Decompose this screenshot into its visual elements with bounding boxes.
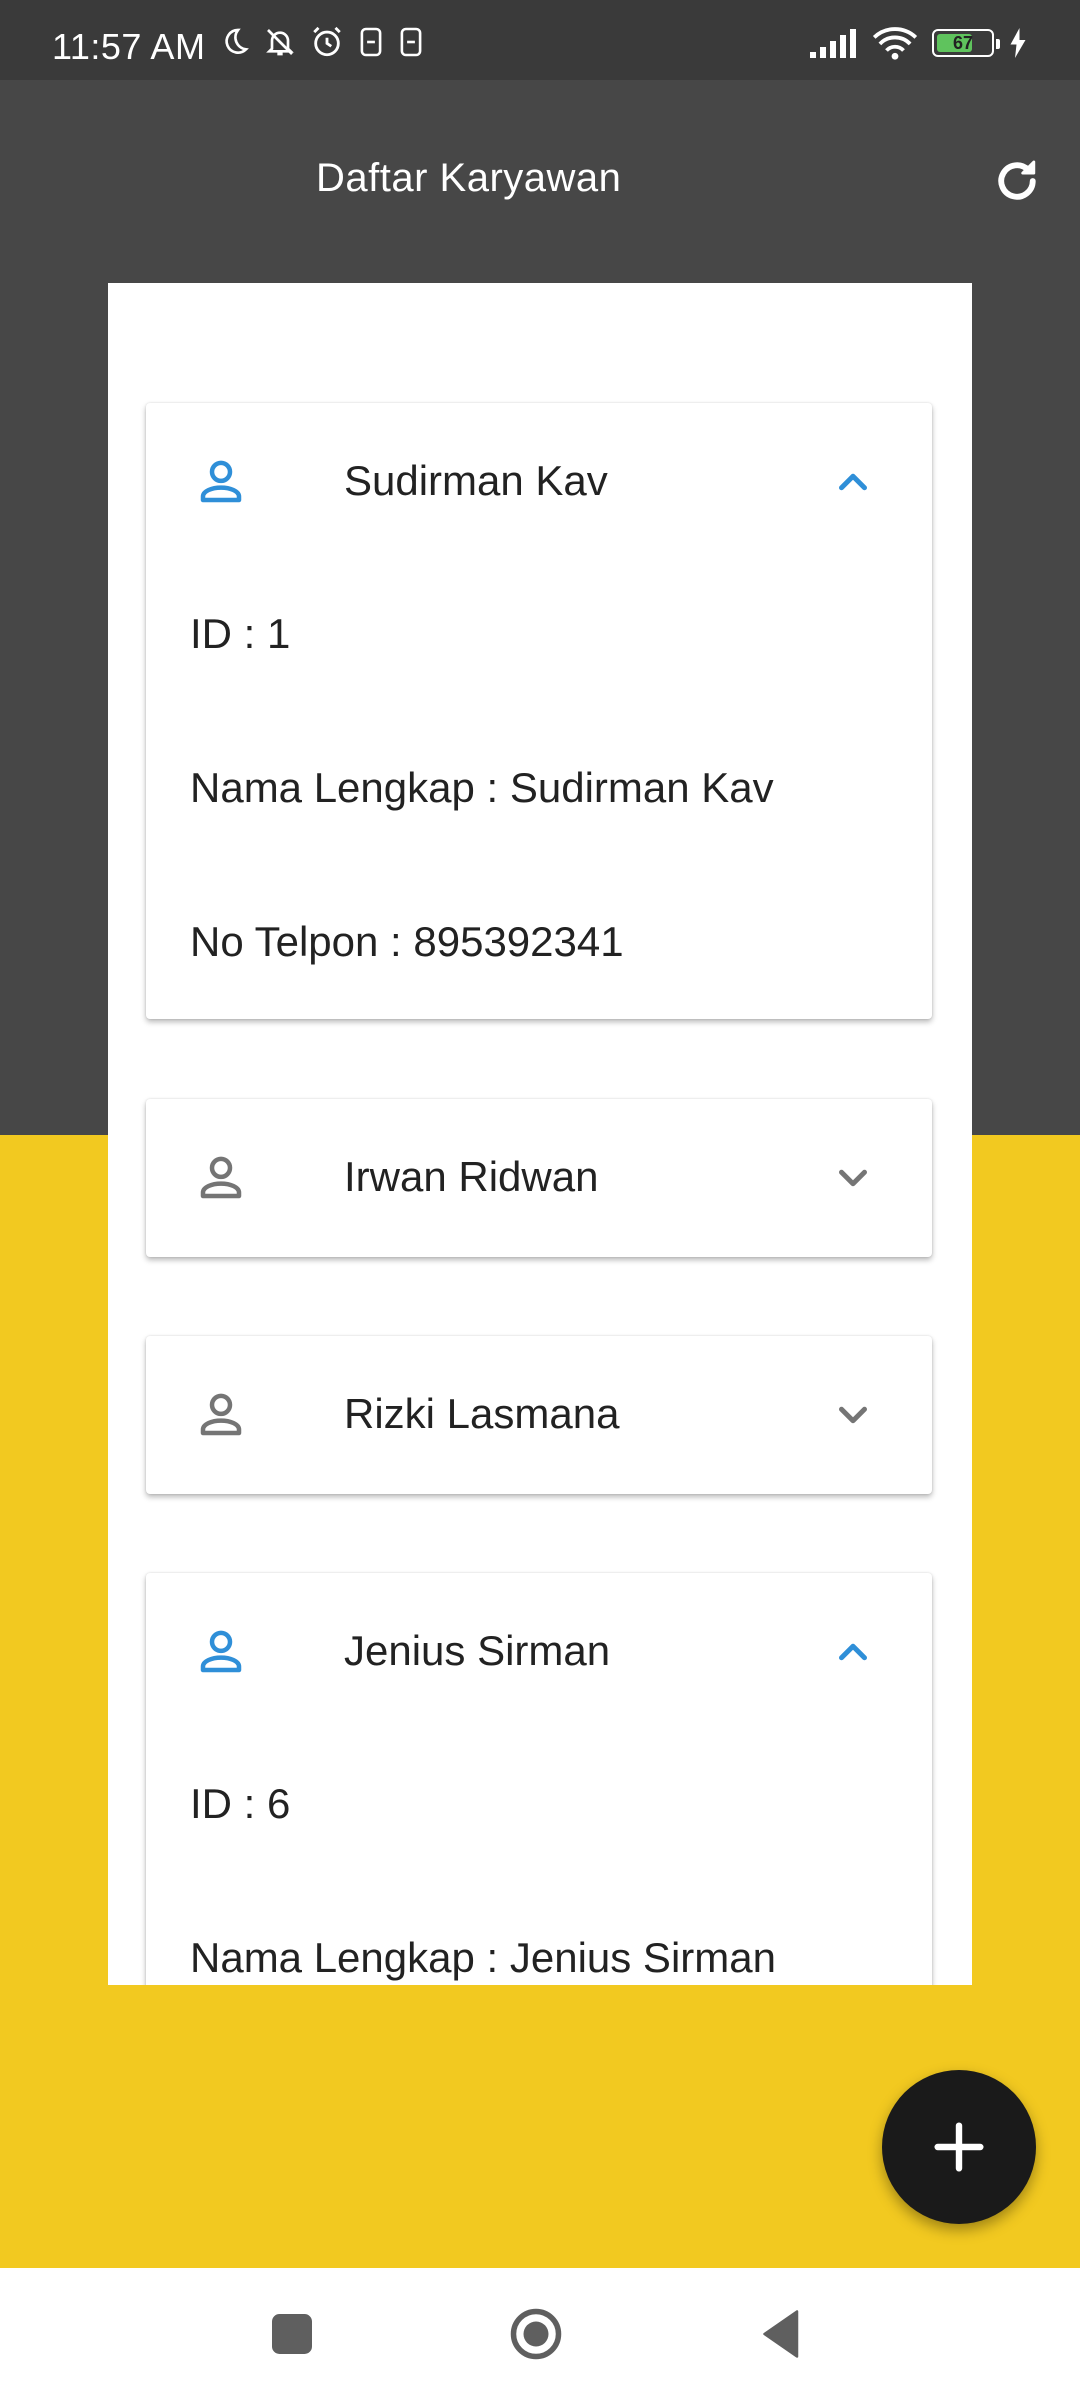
employee-card[interactable]: Irwan Ridwan <box>146 1099 932 1257</box>
status-bar: 11:57 AM 67 <box>0 0 1080 80</box>
employee-full-name: Nama Lengkap : Sudirman Kav <box>190 764 774 811</box>
employee-name: Sudirman Kav <box>344 457 608 504</box>
employee-list-panel[interactable]: Sudirman Kav ID : 1 Nama Lengkap : Sudir… <box>108 283 972 1985</box>
employee-id: ID : 6 <box>190 1780 291 1827</box>
bell-off-icon <box>266 29 294 56</box>
employee-card-header[interactable]: Rizki Lasmana <box>146 1336 932 1494</box>
employee-name: Rizki Lasmana <box>344 1390 620 1437</box>
employee-name: Irwan Ridwan <box>344 1153 599 1200</box>
chevron-down-icon[interactable] <box>830 1155 876 1201</box>
employee-card: Sudirman Kav ID : 1 Nama Lengkap : Sudir… <box>146 403 932 1019</box>
signal-icon <box>810 29 856 58</box>
employee-card-header[interactable]: Irwan Ridwan <box>146 1099 932 1257</box>
employee-phone: No Telpon : 895392341 <box>190 918 624 965</box>
chevron-up-icon[interactable] <box>830 1629 876 1675</box>
moon-icon <box>225 28 249 54</box>
person-icon <box>200 1156 242 1199</box>
employee-full-name: Nama Lengkap : Jenius Sirman <box>190 1934 776 1981</box>
person-icon <box>200 460 242 503</box>
employee-card[interactable]: Rizki Lasmana <box>146 1336 932 1494</box>
home-icon[interactable] <box>506 2304 566 2364</box>
sim-icon <box>360 27 382 57</box>
page-title: Daftar Karyawan <box>316 156 622 200</box>
employee-card: Jenius Sirman ID : 6 Nama Lengkap : Jeni… <box>146 1573 932 1985</box>
employee-id: ID : 1 <box>190 610 291 657</box>
chevron-up-icon[interactable] <box>830 459 876 505</box>
back-icon[interactable] <box>752 2304 812 2364</box>
alarm-icon <box>313 26 341 57</box>
employee-card-header[interactable]: Jenius Sirman <box>146 1573 932 1731</box>
battery-percent: 67 <box>952 33 974 53</box>
employee-name: Jenius Sirman <box>344 1627 611 1674</box>
chevron-down-icon[interactable] <box>830 1392 876 1438</box>
sim-icon <box>400 27 422 57</box>
refresh-icon[interactable] <box>990 154 1044 208</box>
person-icon <box>200 1393 242 1436</box>
recents-icon[interactable] <box>262 2304 322 2364</box>
plus-icon <box>934 2122 984 2172</box>
person-icon <box>200 1630 242 1673</box>
charging-icon <box>1010 28 1026 58</box>
add-employee-button[interactable] <box>882 2070 1036 2224</box>
employee-card-header[interactable]: Sudirman Kav <box>146 403 932 561</box>
battery-icon: 67 <box>932 29 1000 57</box>
wifi-icon <box>872 27 918 60</box>
status-time: 11:57 AM <box>52 26 206 67</box>
navigation-bar <box>0 2268 1080 2400</box>
